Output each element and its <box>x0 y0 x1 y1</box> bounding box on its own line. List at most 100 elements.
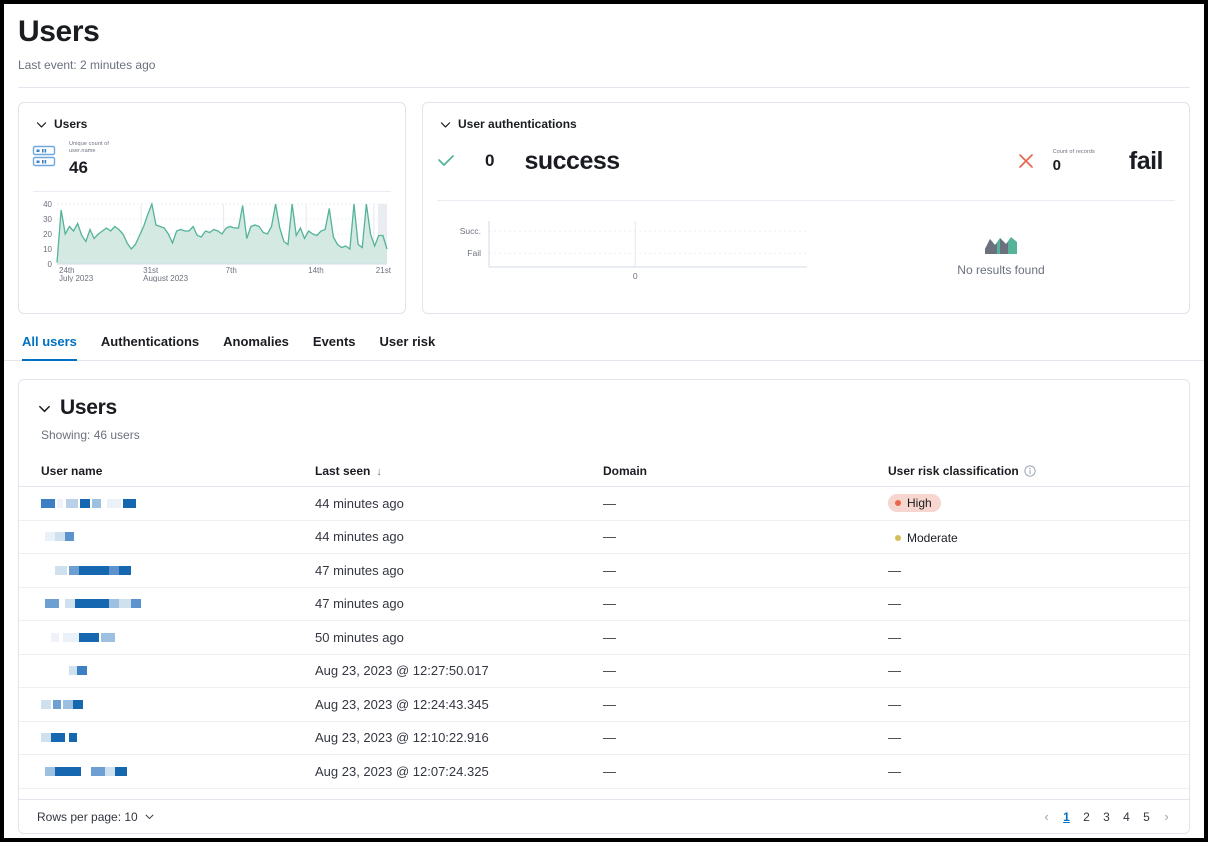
risk-dot-icon <box>895 535 901 541</box>
risk-dot-icon <box>895 500 901 506</box>
cell-user-risk: — <box>880 654 1189 688</box>
table-row[interactable]: 50 minutes ago—— <box>19 621 1189 655</box>
cell-domain: — <box>595 688 880 722</box>
cell-user-name[interactable] <box>19 554 307 588</box>
table-header-row: User name Last seen↓ Domain User risk cl… <box>19 458 1189 487</box>
chevron-right-icon[interactable]: › <box>1158 809 1175 824</box>
col-user-risk[interactable]: User risk classification <box>880 458 1189 487</box>
info-icon[interactable] <box>1024 465 1036 477</box>
users-table-title: Users <box>60 396 117 420</box>
auth-panel-title: User authentications <box>458 117 577 131</box>
svg-text:14th: 14th <box>308 266 324 275</box>
page-3-button[interactable]: 3 <box>1098 809 1115 825</box>
auth-panel-header[interactable]: User authentications <box>423 103 1189 131</box>
page-4-button[interactable]: 4 <box>1118 809 1135 825</box>
auth-empty-state: No results found <box>813 205 1189 296</box>
auth-success-value: 0 <box>485 151 494 171</box>
users-showing-count: Showing: 46 users <box>19 420 1189 442</box>
cell-user-risk: Moderate <box>880 520 1189 554</box>
cell-user-risk: — <box>880 587 1189 621</box>
page-header: Users Last event: 2 minutes ago <box>4 4 1204 72</box>
cell-user-name[interactable] <box>19 721 307 755</box>
table-row[interactable]: Aug 23, 2023 @ 12:27:50.017—— <box>19 654 1189 688</box>
page-title: Users <box>18 14 1190 50</box>
pagination: ‹12345› <box>1038 809 1175 825</box>
auth-bar-chart[interactable]: Succ.Fail0 <box>423 205 813 296</box>
table-row[interactable]: 47 minutes ago—— <box>19 587 1189 621</box>
col-last-seen[interactable]: Last seen↓ <box>307 458 595 487</box>
chevron-down-icon <box>35 118 48 131</box>
table-row[interactable]: 44 minutes ago—High <box>19 487 1189 521</box>
svg-text:20: 20 <box>43 230 52 239</box>
unique-users-value: 46 <box>69 158 129 178</box>
cell-user-name[interactable] <box>19 654 307 688</box>
cell-last-seen: 44 minutes ago <box>307 520 595 554</box>
redacted-username <box>41 530 299 544</box>
col-user-name[interactable]: User name <box>19 458 307 487</box>
users-trend-chart[interactable]: 01020304024thJuly 202331stAugust 20237th… <box>19 192 405 282</box>
svg-text:Succ.: Succ. <box>460 226 481 236</box>
cell-user-name[interactable] <box>19 621 307 655</box>
users-panel-header[interactable]: Users <box>19 103 405 131</box>
page-2-button[interactable]: 2 <box>1078 809 1095 825</box>
redacted-username <box>41 664 299 678</box>
cell-user-name[interactable] <box>19 755 307 789</box>
sort-desc-icon: ↓ <box>376 466 382 478</box>
users-table-panel: Users Showing: 46 users User name Last s… <box>18 379 1190 834</box>
chevron-down-icon <box>439 118 452 131</box>
auth-lower-row: Succ.Fail0 No results found <box>423 201 1189 296</box>
tab-authentications[interactable]: Authentications <box>101 334 199 361</box>
cell-user-risk: — <box>880 621 1189 655</box>
cell-domain: — <box>595 587 880 621</box>
chevron-down-icon <box>144 811 155 822</box>
check-icon <box>435 150 457 172</box>
risk-empty: — <box>888 730 901 745</box>
tab-events[interactable]: Events <box>313 334 356 361</box>
cell-user-risk: — <box>880 755 1189 789</box>
cell-domain: — <box>595 755 880 789</box>
cell-domain: — <box>595 487 880 521</box>
tab-label: All users <box>22 334 77 349</box>
chevron-left-icon[interactable]: ‹ <box>1038 809 1055 824</box>
user-authentications-panel: User authentications 0 success Count of … <box>422 102 1190 314</box>
page-5-button[interactable]: 5 <box>1138 809 1155 825</box>
cell-user-risk: — <box>880 554 1189 588</box>
cell-domain: — <box>595 654 880 688</box>
col-domain[interactable]: Domain <box>595 458 880 487</box>
rows-per-page-selector[interactable]: Rows per page: 10 <box>37 810 155 824</box>
cell-user-name[interactable] <box>19 520 307 554</box>
rows-per-page-label: Rows per page: 10 <box>37 810 138 824</box>
table-row[interactable]: 47 minutes ago—— <box>19 554 1189 588</box>
area-chart-icon <box>984 233 1018 255</box>
table-row[interactable]: Aug 23, 2023 @ 12:07:24.325—— <box>19 755 1189 789</box>
users-table: User name Last seen↓ Domain User risk cl… <box>19 458 1189 822</box>
svg-text:21st: 21st <box>376 266 392 275</box>
svg-text:30: 30 <box>43 215 52 224</box>
cell-last-seen: 47 minutes ago <box>307 554 595 588</box>
cell-domain: — <box>595 554 880 588</box>
auth-fail-metric-label: Count of records <box>1053 149 1095 156</box>
summary-panels: Users Unique count of user.name 46 <box>4 88 1204 314</box>
cell-last-seen: Aug 23, 2023 @ 12:27:50.017 <box>307 654 595 688</box>
redacted-username <box>41 496 299 510</box>
auth-fail-value: 0 <box>1053 157 1095 174</box>
cell-user-name[interactable] <box>19 487 307 521</box>
tab-all-users[interactable]: All users <box>22 334 77 361</box>
table-row[interactable]: 44 minutes ago— Moderate <box>19 520 1189 554</box>
cell-user-name[interactable] <box>19 688 307 722</box>
risk-empty: — <box>888 563 901 578</box>
risk-label: Moderate <box>907 531 958 545</box>
table-row[interactable]: Aug 23, 2023 @ 12:10:22.916—— <box>19 721 1189 755</box>
risk-empty: — <box>888 630 901 645</box>
table-row[interactable]: Aug 23, 2023 @ 12:24:43.345—— <box>19 688 1189 722</box>
tab-anomalies[interactable]: Anomalies <box>223 334 289 361</box>
users-table-header[interactable]: Users <box>19 380 1189 420</box>
auth-success-label: success <box>524 147 619 176</box>
risk-empty: — <box>888 663 901 678</box>
cell-user-name[interactable] <box>19 587 307 621</box>
users-panel-title: Users <box>54 117 87 131</box>
tab-label: Authentications <box>101 334 199 349</box>
cell-domain: — <box>595 520 880 554</box>
tab-user-risk[interactable]: User risk <box>380 334 436 361</box>
page-1-button[interactable]: 1 <box>1058 809 1075 825</box>
